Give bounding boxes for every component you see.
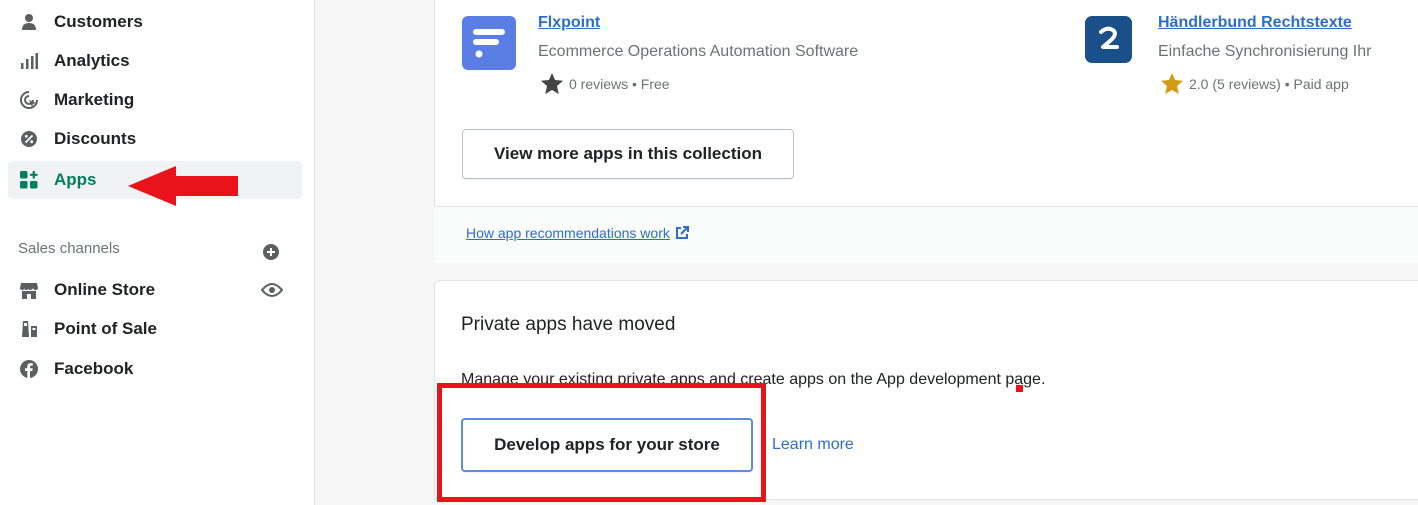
- sidebar-item-label: Customers: [54, 12, 143, 31]
- app-rating: 0 reviews • Free: [541, 73, 670, 94]
- apps-icon: [18, 169, 40, 191]
- annotation-arrow-icon: [128, 166, 238, 206]
- sidebar-item-label: Point of Sale: [54, 319, 157, 338]
- sidebar-item-label: Apps: [54, 170, 97, 189]
- annotation-dot: [1016, 385, 1023, 392]
- star-icon: [1161, 73, 1183, 94]
- pos-icon: [18, 318, 40, 340]
- card-footer: How app recommendations work: [434, 206, 1418, 263]
- bar-chart-icon: [18, 50, 40, 72]
- view-more-apps-button[interactable]: View more apps in this collection: [462, 129, 794, 179]
- app-description: Ecommerce Operations Automation Software: [538, 43, 859, 60]
- sales-channels-label: Sales channels: [18, 240, 120, 257]
- sidebar-item-discounts[interactable]: Discounts: [8, 120, 302, 158]
- app-title[interactable]: Händlerbund Rechtstexte: [1158, 14, 1352, 32]
- recommendations-link[interactable]: How app recommendations work: [466, 225, 689, 241]
- sidebar-item-online-store[interactable]: Online Store: [8, 271, 302, 309]
- facebook-icon: [18, 358, 40, 380]
- app-title[interactable]: Flxpoint: [538, 14, 600, 32]
- handlerbund-logo[interactable]: [1085, 16, 1132, 63]
- app-rating: 2.0 (5 reviews) • Paid app: [1161, 73, 1349, 94]
- sidebar: Customers Analytics Marketing Discounts …: [0, 0, 315, 505]
- sidebar-item-point-of-sale[interactable]: Point of Sale: [8, 310, 302, 348]
- external-link-icon: [675, 226, 689, 239]
- sidebar-item-label: Discounts: [54, 129, 137, 148]
- sidebar-item-label: Analytics: [54, 51, 130, 70]
- store-icon: [18, 279, 40, 301]
- card-heading: Private apps have moved: [461, 314, 676, 335]
- eye-icon[interactable]: [260, 282, 284, 298]
- target-icon: [18, 89, 40, 111]
- annotation-highlight-box: [437, 383, 766, 502]
- person-icon: [18, 11, 40, 33]
- sidebar-item-facebook[interactable]: Facebook: [8, 350, 302, 388]
- learn-more-link[interactable]: Learn more: [772, 436, 854, 454]
- star-icon: [541, 73, 563, 94]
- sidebar-item-analytics[interactable]: Analytics: [8, 42, 302, 80]
- sidebar-item-label: Marketing: [54, 90, 135, 109]
- sidebar-item-marketing[interactable]: Marketing: [8, 81, 302, 119]
- app-description: Einfache Synchronisierung Ihr: [1158, 43, 1372, 60]
- add-channel-icon[interactable]: [262, 243, 280, 261]
- sidebar-item-label: Facebook: [54, 359, 134, 378]
- flxpoint-logo[interactable]: [462, 16, 516, 70]
- sidebar-item-label: Online Store: [54, 280, 156, 299]
- discount-icon: [18, 128, 40, 150]
- sidebar-item-customers[interactable]: Customers: [8, 3, 302, 41]
